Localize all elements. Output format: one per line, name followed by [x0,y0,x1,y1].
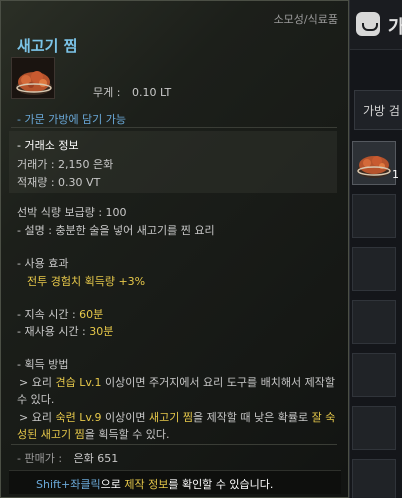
inventory-header: 가 [350,0,402,50]
effect-title: - 사용 효과 [17,257,69,270]
footer-mid: 으로 [100,478,125,491]
weight-label: 무게 : [93,86,121,99]
steamed-meat-icon [357,156,391,178]
slot-count: 1 [392,168,399,181]
inventory-slot-2[interactable] [352,194,396,238]
weight-value: 0.10 LT [131,86,172,99]
inventory-slot-7[interactable] [352,459,396,498]
footer-link: 제작 정보 [124,478,169,491]
obtain2-item: 새고기 찜 [148,411,193,424]
footer-hint: Shift+좌클릭으로 제작 정보를 확인할 수 있습니다. [36,476,273,492]
bag-icon [356,12,380,36]
footer-end: 를 확인할 수 있습니다. [168,478,274,491]
obtain-method-2-line2: 성된 새고기 찜을 획득할 수 있다. [17,426,170,442]
duration: - 지속 시간 : 60분 [17,306,103,322]
footer-key: Shift+좌클릭 [36,478,101,491]
obtain1-skill: 견습 Lv.1 [55,376,102,389]
item-icon [11,57,55,99]
duration-label: - 지속 시간 : [17,308,76,321]
item-title: 새고기 찜 [17,37,78,55]
inventory-title: 가 [388,17,402,38]
inventory-slot-6[interactable] [352,406,396,450]
obtain2-prefix: > 요리 [19,411,56,424]
obtain-method-1-line2: 수 있다. [17,393,55,406]
obtain-method-1: > 요리 견습 Lv.1 이상이면 주거지에서 요리 도구를 배치해서 제작할 [19,374,335,390]
item-description: - 설명 : 충분한 술을 넣어 새고기를 찐 요리 [17,224,215,237]
effect-value: 전투 경험치 획득량 +3% [27,275,146,288]
obtain2-skill: 숙련 Lv.9 [55,411,102,424]
divider [11,127,337,128]
bag-note: - 가문 가방에 담기 가능 [17,113,127,126]
cooldown: - 재사용 시간 : 30분 [17,323,113,339]
item-category: 소모성/식료품 [273,13,338,26]
food-supply: 선박 식량 보급량 : 100 [17,206,127,219]
obtain-method-2: > 요리 숙련 Lv.9 이상이면 새고기 찜을 제작할 때 낮은 확률로 잘 … [19,409,335,425]
tooltip-footer: Shift+좌클릭으로 제작 정보를 확인할 수 있습니다. [9,470,341,494]
inventory-slot-4[interactable] [352,300,396,344]
obtain2-rare: 잘 숙 [311,411,336,424]
bag-search-tab[interactable]: 가방 검 [354,90,402,130]
duration-value: 60분 [79,308,104,321]
steamed-meat-icon [16,71,52,95]
sell-price: - 판매가 : 은화 651 [17,450,118,466]
market-title: - 거래소 정보 [17,139,79,152]
item-tooltip: 소모성/식료품 새고기 찜 무게 : 0.10 LT - 가문 가방에 담기 가… [0,0,349,498]
obtain2-end: 을 획득할 수 있다. [84,428,170,441]
obtain2-rare2: 성된 새고기 찜 [17,428,85,441]
market-weight: 적재량 : 0.30 VT [17,176,101,189]
obtain1-prefix: > 요리 [19,376,56,389]
sell-label: - 판매가 : [17,452,63,465]
obtain2-mid1: 이상이면 [101,411,149,424]
market-price: 거래가 : 2,150 은화 [17,158,114,171]
obtain2-mid2: 을 제작할 때 낮은 확률로 [192,411,312,424]
sell-value: 은화 651 [73,452,119,465]
inventory-slot-5[interactable] [352,353,396,397]
cooldown-label: - 재사용 시간 : [17,325,86,338]
inventory-slot-3[interactable] [352,247,396,291]
bag-search-tab-label: 가방 검 [363,104,400,118]
cooldown-value: 30분 [89,325,114,338]
divider [11,444,337,445]
obtain-title: - 획득 방법 [17,358,69,371]
obtain1-suffix: 이상이면 주거지에서 요리 도구를 배치해서 제작할 [101,376,335,389]
item-weight: 무게 : 0.10 LT [93,84,171,100]
inventory-slot-1[interactable]: 1 [352,141,399,185]
